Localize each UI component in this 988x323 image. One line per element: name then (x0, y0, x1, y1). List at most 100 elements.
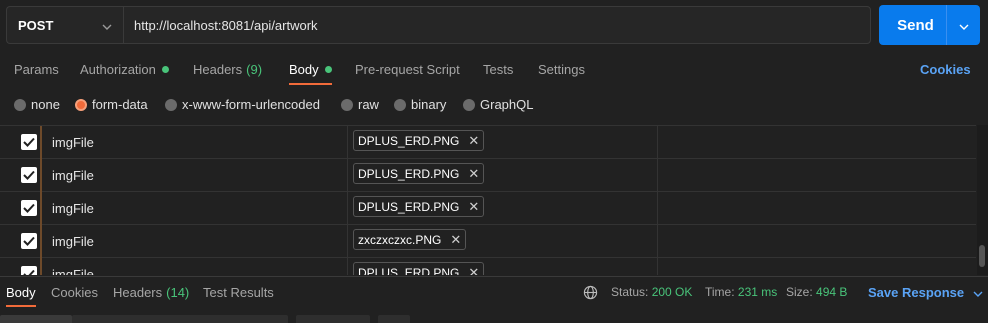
cell-divider (657, 192, 658, 224)
time-value[interactable]: 231 ms (738, 285, 777, 299)
table-row: imgFile DPLUS_ERD.PNG ✕ (0, 192, 976, 225)
response-tab-body[interactable]: Body (6, 285, 36, 300)
status-dot (161, 66, 169, 73)
toolbar-button[interactable] (72, 315, 288, 323)
radio-none[interactable]: none (14, 97, 60, 112)
cookies-link[interactable]: Cookies (920, 62, 971, 77)
file-name: DPLUS_ERD.PNG (358, 166, 460, 181)
response-tab-headers[interactable]: Headers (14) (113, 285, 189, 300)
check-icon (23, 236, 35, 246)
response-toolbar-partial (0, 315, 988, 323)
tab-body[interactable]: Body (289, 62, 332, 77)
radio-none-label: none (31, 97, 60, 112)
row-key[interactable]: imgFile (52, 234, 94, 249)
request-tabs: Params Authorization Headers (9) Body Pr… (0, 55, 988, 85)
row-drag-handle[interactable] (40, 258, 42, 275)
method-label: POST (18, 17, 54, 33)
file-name: DPLUS_ERD.PNG (358, 265, 460, 276)
chevron-down-icon (959, 18, 969, 33)
tab-settings-label: Settings (538, 62, 585, 77)
response-tab-headers-count: (14) (166, 285, 190, 300)
tab-params[interactable]: Params (14, 62, 59, 77)
cell-divider (347, 192, 348, 224)
close-icon[interactable]: ✕ (468, 199, 479, 215)
tab-headers[interactable]: Headers (9) (193, 62, 262, 77)
row-checkbox[interactable] (21, 233, 37, 249)
chevron-down-icon (102, 18, 112, 33)
response-size: Size: 494 B (786, 285, 847, 299)
table-scrollbar-thumb[interactable] (979, 245, 985, 267)
response-time: Time: 231 ms (705, 285, 777, 299)
tab-authorization[interactable]: Authorization (80, 62, 169, 77)
send-button[interactable]: Send (879, 5, 946, 45)
radio-binary[interactable]: binary (394, 97, 446, 112)
check-icon (23, 170, 35, 180)
row-drag-handle[interactable] (40, 159, 42, 192)
close-icon[interactable]: ✕ (450, 232, 461, 248)
save-response-button[interactable]: Save Response (868, 285, 983, 300)
response-tab-cookies[interactable]: Cookies (51, 285, 98, 300)
row-checkbox[interactable] (21, 167, 37, 183)
size-label: Size: (786, 285, 813, 299)
row-checkbox[interactable] (21, 266, 37, 275)
row-key[interactable]: imgFile (52, 201, 94, 216)
close-icon[interactable]: ✕ (468, 166, 479, 182)
active-tab-indicator (289, 83, 332, 85)
row-key[interactable]: imgFile (52, 168, 94, 183)
close-icon[interactable]: ✕ (468, 133, 479, 149)
tab-settings[interactable]: Settings (538, 62, 585, 77)
tab-tests[interactable]: Tests (483, 62, 513, 77)
toolbar-button[interactable] (378, 315, 410, 323)
chevron-down-icon (973, 285, 983, 300)
cell-divider (347, 225, 348, 257)
cell-divider (657, 225, 658, 257)
row-checkbox[interactable] (21, 134, 37, 150)
table-row: imgFile DPLUS_ERD.PNG ✕ (0, 258, 976, 275)
size-value[interactable]: 494 B (816, 285, 847, 299)
status-dot (324, 66, 332, 73)
close-icon[interactable]: ✕ (468, 265, 479, 276)
tab-prerequest-script[interactable]: Pre-request Script (355, 62, 460, 77)
toolbar-button[interactable] (0, 315, 72, 323)
radio-circle (165, 98, 177, 111)
row-key[interactable]: imgFile (52, 267, 94, 275)
row-checkbox[interactable] (21, 200, 37, 216)
toolbar-button[interactable] (296, 315, 370, 323)
row-drag-handle[interactable] (40, 225, 42, 258)
radio-circle-selected (75, 98, 87, 111)
cell-divider (657, 258, 658, 275)
file-name: DPLUS_ERD.PNG (358, 199, 460, 214)
radio-form-data[interactable]: form-data (75, 97, 148, 112)
method-select[interactable]: POST (6, 6, 124, 44)
save-response-label: Save Response (868, 285, 965, 300)
form-data-table: imgFile DPLUS_ERD.PNG ✕ imgFile DPLUS_ERD… (0, 125, 976, 275)
body-type-radios: none form-data x-www-form-urlencoded raw… (0, 93, 988, 117)
cell-divider (347, 126, 348, 158)
send-button-group: Send (879, 5, 980, 45)
send-options-button[interactable] (947, 5, 980, 45)
tab-tests-label: Tests (483, 62, 514, 77)
tab-authorization-label: Authorization (80, 62, 156, 77)
tab-prerequest-label: Pre-request Script (355, 62, 460, 77)
radio-circle (463, 98, 475, 111)
cell-divider (347, 159, 348, 191)
url-input[interactable]: http://localhost:8081/api/artwork (123, 6, 871, 44)
globe-icon[interactable] (583, 285, 598, 300)
status-value[interactable]: 200 OK (652, 285, 693, 299)
row-drag-handle[interactable] (40, 126, 42, 159)
tab-headers-count: (9) (246, 62, 263, 77)
table-row: imgFile DPLUS_ERD.PNG ✕ (0, 126, 976, 159)
radio-form-data-label: form-data (92, 97, 148, 112)
file-name: zxczxczxc.PNG (358, 232, 442, 247)
radio-graphql[interactable]: GraphQL (463, 97, 533, 112)
response-tab-headers-label: Headers (113, 285, 163, 300)
time-label: Time: (705, 285, 735, 299)
row-key[interactable]: imgFile (52, 135, 94, 150)
radio-raw[interactable]: raw (341, 97, 379, 112)
file-chip: DPLUS_ERD.PNG ✕ (353, 196, 485, 217)
response-status: Status: 200 OK (611, 285, 692, 299)
radio-urlencoded[interactable]: x-www-form-urlencoded (165, 97, 320, 112)
response-tab-test-results[interactable]: Test Results (203, 285, 274, 300)
row-drag-handle[interactable] (40, 192, 42, 225)
tab-body-label: Body (289, 62, 319, 77)
